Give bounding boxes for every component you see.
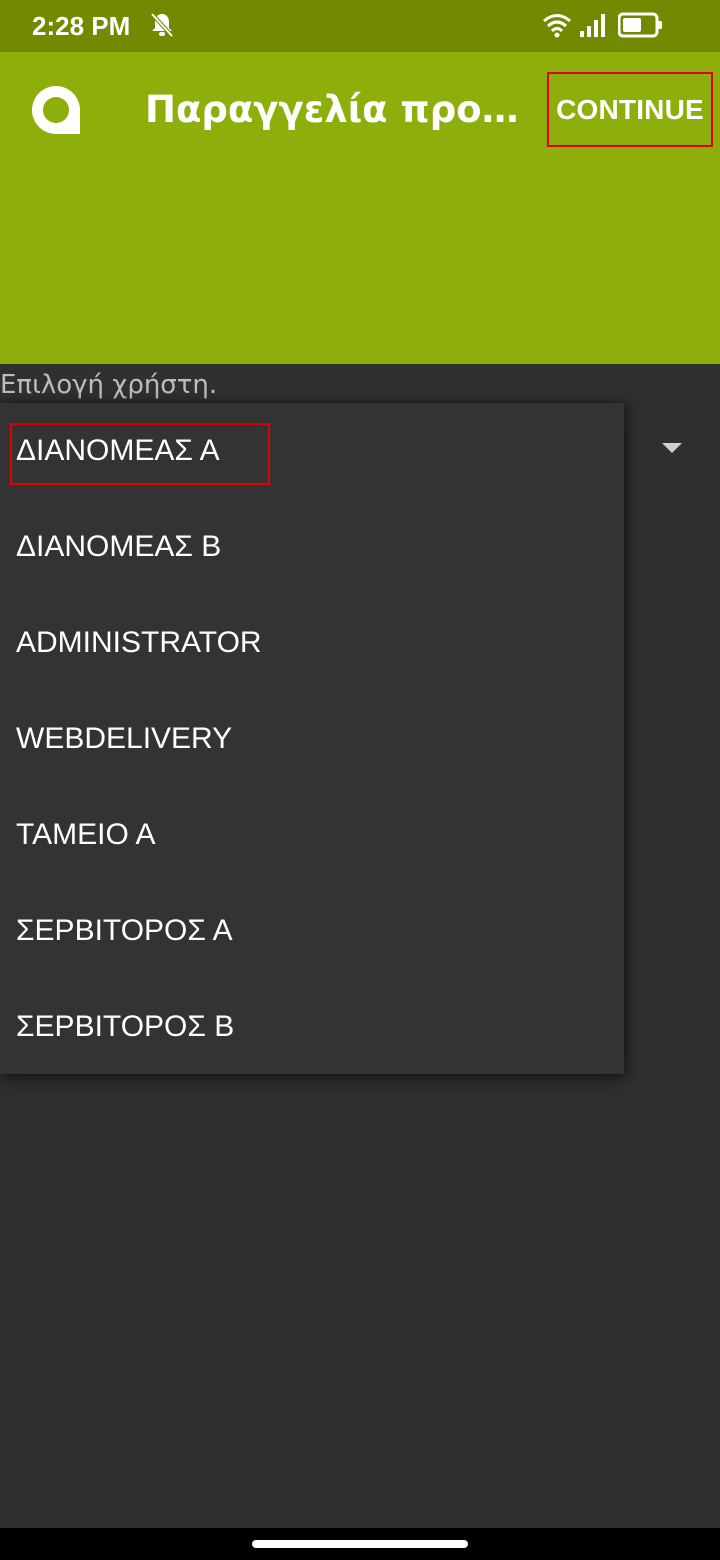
signal-icon: [578, 12, 608, 43]
app-bar: Παραγγελία προσωπικού CONTINUE: [0, 52, 720, 364]
user-dropdown-list: ΔΙΑΝΟΜΕΑΣ Α ΔΙΑΝΟΜΕΑΣ Β ADMINISTRATOR WE…: [0, 403, 624, 1074]
dropdown-item-label: ADMINISTRATOR: [16, 626, 262, 659]
dropdown-item-administrator[interactable]: ADMINISTRATOR: [0, 595, 624, 691]
select-user-label: Επιλογή χρήστη.: [0, 370, 218, 400]
dropdown-item-dianomeas-a[interactable]: ΔΙΑΝΟΜΕΑΣ Α: [0, 403, 624, 499]
dropdown-arrow-icon[interactable]: [662, 443, 682, 453]
dropdown-item-label: ΣΕΡΒΙΤΟΡΟΣ Β: [16, 1010, 235, 1043]
dropdown-item-tameio-a[interactable]: ΤΑΜΕΙΟ Α: [0, 787, 624, 883]
dropdown-item-label: ΔΙΑΝΟΜΕΑΣ Α: [16, 434, 220, 467]
battery-icon: [617, 12, 664, 43]
page-title: Παραγγελία προσωπικού: [145, 88, 535, 131]
status-bar: 2:28 PM: [0, 0, 720, 52]
wifi-icon: [542, 12, 572, 43]
dropdown-item-label: ΔΙΑΝΟΜΕΑΣ Β: [16, 530, 222, 563]
dropdown-item-webdelivery[interactable]: WEBDELIVERY: [0, 691, 624, 787]
dropdown-item-servitoros-a[interactable]: ΣΕΡΒΙΤΟΡΟΣ Α: [0, 883, 624, 979]
dropdown-item-dianomeas-b[interactable]: ΔΙΑΝΟΜΕΑΣ Β: [0, 499, 624, 595]
continue-button[interactable]: CONTINUE: [547, 72, 713, 147]
dropdown-item-label: ΤΑΜΕΙΟ Α: [16, 818, 156, 851]
dropdown-item-label: ΣΕΡΒΙΤΟΡΟΣ Α: [16, 914, 233, 947]
dropdown-item-servitoros-b[interactable]: ΣΕΡΒΙΤΟΡΟΣ Β: [0, 979, 624, 1075]
status-time: 2:28 PM: [32, 11, 131, 41]
home-gesture-handle[interactable]: [252, 1540, 468, 1548]
app-logo-icon: [30, 84, 82, 136]
dropdown-item-label: WEBDELIVERY: [16, 722, 233, 755]
bell-off-icon: [150, 12, 174, 43]
system-nav-bar: [0, 1528, 720, 1560]
